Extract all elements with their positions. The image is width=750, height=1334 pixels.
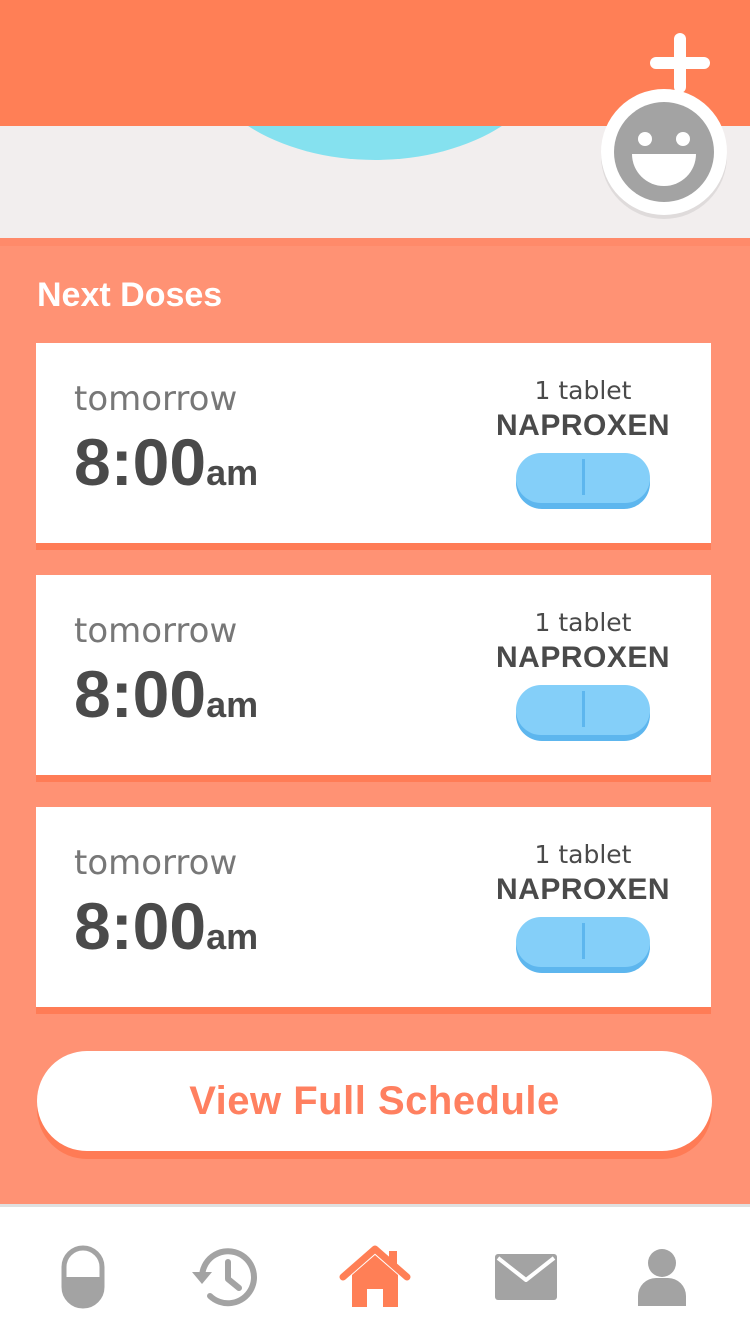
dose-time-ampm: am [206,684,259,725]
pill-icon [516,684,650,741]
tab-profile[interactable] [622,1237,702,1317]
dose-card[interactable]: tomorrow 8:00am 1 tablet NAPROXEN [36,343,711,543]
pill-icon [516,452,650,509]
history-icon [192,1248,257,1307]
smiley-face-icon [614,102,714,202]
dose-time: 8:00am [74,893,258,959]
home-icon [339,1245,411,1307]
dose-time: 8:00am [74,661,258,727]
profile-icon [638,1249,686,1306]
dose-quantity: 1 tablet [534,608,632,637]
tab-medications[interactable] [43,1237,123,1317]
hero-divider [0,238,750,246]
dose-time: 8:00am [74,429,258,495]
dose-medication: 1 tablet NAPROXEN [483,609,683,745]
dose-card[interactable]: tomorrow 8:00am 1 tablet NAPROXEN [36,807,711,1007]
medication-name: NAPROXEN [495,872,671,906]
tab-messages[interactable] [486,1237,566,1317]
dose-day: tomorrow [74,843,238,883]
dose-time-value: 8:00 [74,425,207,499]
section-title-next-doses: Next Doses [37,276,223,314]
capsule-icon [61,1245,105,1309]
dose-day: tomorrow [74,611,238,651]
dose-day: tomorrow [74,379,238,419]
dose-medication: 1 tablet NAPROXEN [483,841,683,977]
dose-quantity: 1 tablet [534,376,632,405]
avatar-button[interactable] [601,89,727,215]
pill-icon [516,916,650,973]
dose-time-ampm: am [206,916,259,957]
dose-medication: 1 tablet NAPROXEN [483,377,683,513]
bottom-tab-bar [0,1204,750,1334]
dose-quantity: 1 tablet [534,840,632,869]
medication-name: NAPROXEN [495,640,671,674]
view-full-schedule-button[interactable]: View Full Schedule [37,1051,712,1151]
add-button[interactable] [650,33,710,93]
dose-time-ampm: am [206,452,259,493]
dose-time-value: 8:00 [74,889,207,963]
medication-name: NAPROXEN [495,408,671,442]
plus-icon [650,33,710,93]
tab-home[interactable] [335,1237,415,1317]
dose-time-value: 8:00 [74,657,207,731]
tab-history[interactable] [185,1237,265,1317]
dose-card[interactable]: tomorrow 8:00am 1 tablet NAPROXEN [36,575,711,775]
hero-circle [195,126,555,160]
mail-icon [495,1254,557,1300]
